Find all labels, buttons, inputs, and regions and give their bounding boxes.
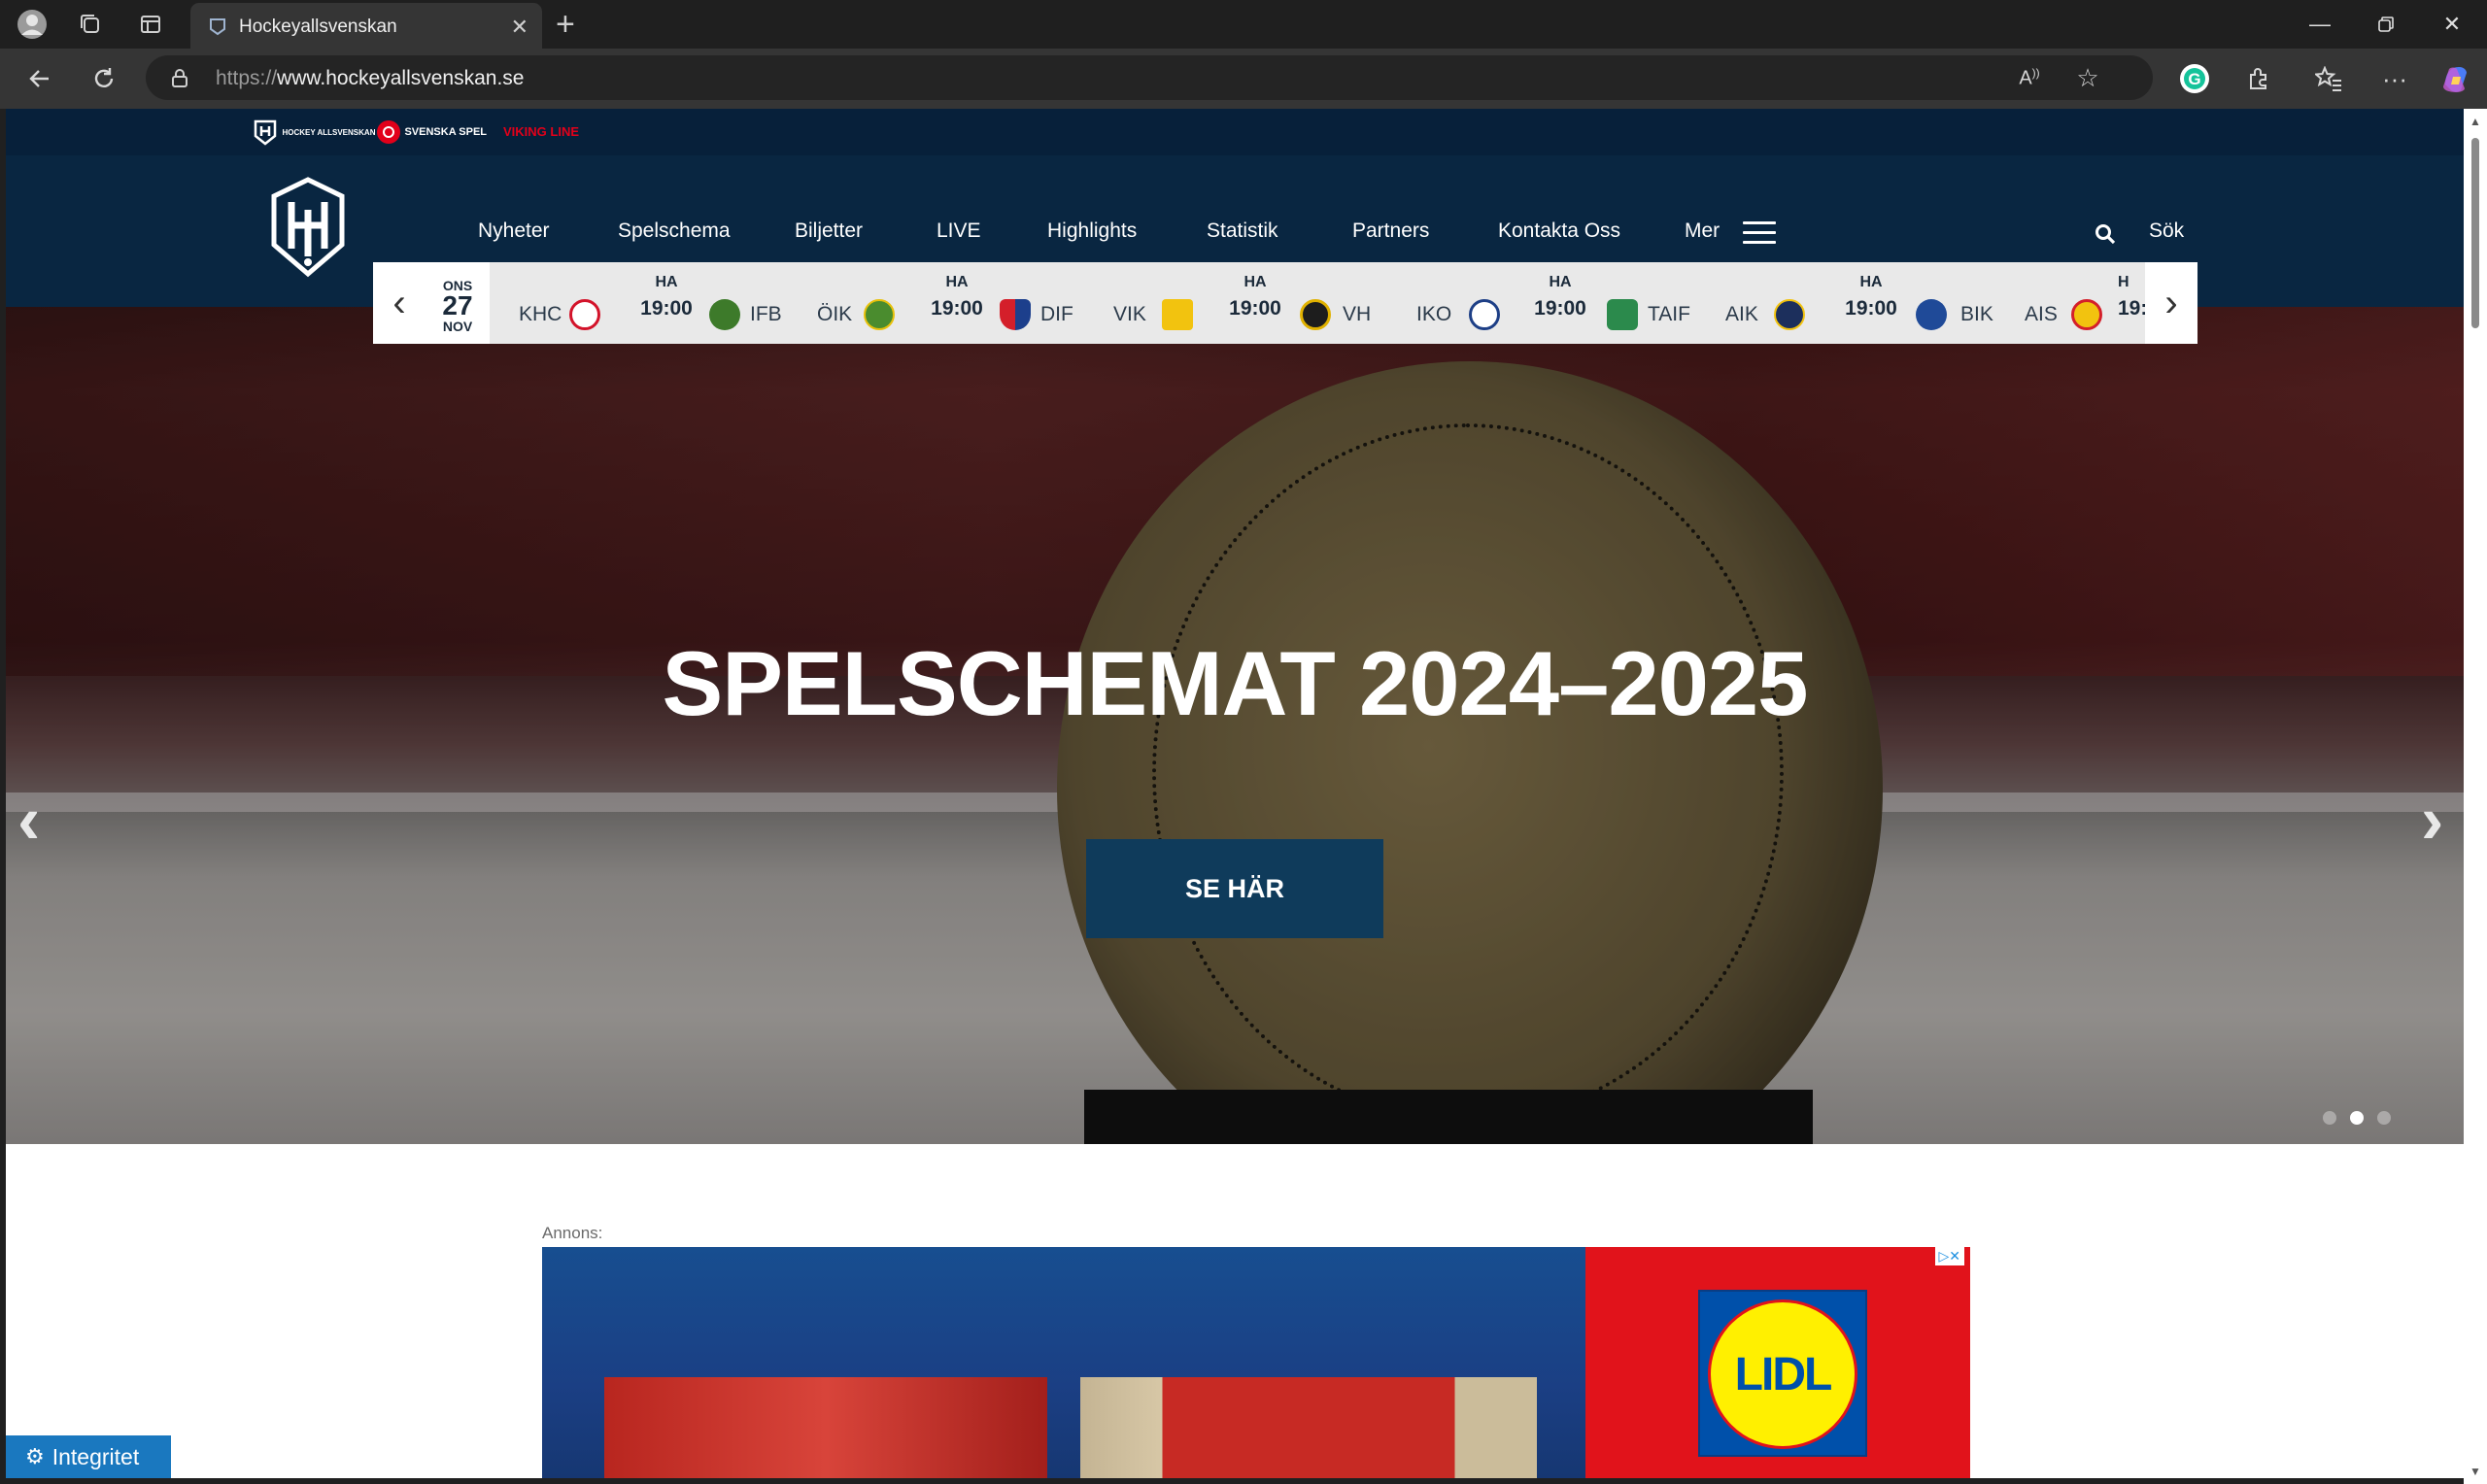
team-ifb-crest-icon (709, 299, 740, 330)
ad-product-image (604, 1377, 1047, 1478)
lock-icon[interactable] (169, 67, 190, 88)
hero-title: SPELSCHEMAT 2024–2025 (662, 632, 1809, 734)
team-bik-crest-icon (1916, 299, 1947, 330)
nav-live[interactable]: LIVE (937, 219, 981, 243)
gear-icon: ⚙ (25, 1444, 45, 1468)
browser-title-bar: Hockeyallsvenskan ✕ + — ✕ (0, 0, 2487, 49)
search-label[interactable]: Sök (2149, 219, 2184, 243)
sponsor-bar: HOCKEY ALLSVENSKAN SVENSKA SPEL VIKING L… (6, 109, 2464, 155)
close-window-icon[interactable]: ✕ (2423, 8, 2481, 41)
refresh-icon[interactable] (87, 62, 120, 95)
nav-kontakta-oss[interactable]: Kontakta Oss (1498, 219, 1620, 243)
minimize-icon[interactable]: — (2291, 8, 2349, 41)
ad-product-image (1080, 1377, 1537, 1478)
sponsor-svenska-spel-logo[interactable]: SVENSKA SPEL (377, 120, 487, 144)
new-tab-icon[interactable]: + (556, 6, 575, 44)
scroll-down-icon[interactable]: ▼ (2470, 1465, 2481, 1478)
game-card[interactable]: VIK HA 19:00 VH (1100, 262, 1391, 344)
restore-icon[interactable] (2357, 8, 2415, 41)
team-taif-crest-icon (1607, 299, 1638, 330)
profile-icon[interactable] (16, 8, 49, 41)
address-bar[interactable]: https://www.hockeyallsvenskan.se A)) ☆ (146, 55, 2153, 100)
team-oik-crest-icon (864, 299, 895, 330)
advertisement-banner[interactable]: LIDL ▷✕ (542, 1247, 1970, 1478)
sponsor-viking-line-logo[interactable]: VIKING LINE (503, 124, 579, 139)
lidl-logo[interactable]: LIDL (1698, 1290, 1867, 1457)
grammarly-icon[interactable]: G (2178, 62, 2211, 95)
team-iko-crest-icon (1469, 299, 1500, 330)
team-ais-crest-icon (2071, 299, 2102, 330)
tab-title: Hockeyallsvenskan (239, 17, 397, 37)
tab-actions-icon[interactable] (134, 8, 167, 41)
adchoices-icon[interactable]: ▷✕ (1934, 1247, 1964, 1265)
game-card[interactable]: IKO HA 19:00 TAIF (1395, 262, 1706, 344)
carousel-prev-icon[interactable]: ‹ (17, 781, 40, 859)
sponsor-hockeyallsvenskan-logo[interactable]: HOCKEY ALLSVENSKAN (253, 118, 375, 146)
carousel-dot[interactable] (2323, 1111, 2336, 1125)
game-card[interactable]: ÖIK HA 19:00 DIF (798, 262, 1089, 344)
favorites-icon[interactable] (2312, 62, 2345, 95)
back-icon[interactable] (23, 62, 56, 95)
svenska-spel-icon (377, 120, 400, 144)
workspaces-icon[interactable] (74, 8, 107, 41)
nav-mer[interactable]: Mer (1685, 219, 1720, 243)
carousel-dot[interactable] (2377, 1111, 2391, 1125)
game-card[interactable]: AIS H19:0 (2007, 262, 2145, 344)
se-har-button[interactable]: SE HÄR (1086, 839, 1383, 938)
team-aik-crest-icon (1774, 299, 1805, 330)
ticker-prev-icon[interactable]: ‹ (373, 262, 426, 344)
game-card[interactable]: KHC HA 19:00 IFB (495, 262, 787, 344)
svg-text:G: G (2188, 70, 2200, 88)
read-aloud-icon[interactable]: A)) (2013, 61, 2046, 94)
team-vh-crest-icon (1300, 299, 1331, 330)
hero-carousel: SPELSCHEMAT 2024–2025 SE HÄR ‹ › (6, 307, 2464, 1144)
page-viewport: HOCKEY ALLSVENSKAN SVENSKA SPEL VIKING L… (6, 109, 2464, 1478)
nav-spelschema[interactable]: Spelschema (618, 219, 731, 243)
nav-highlights[interactable]: Highlights (1047, 219, 1137, 243)
game-card[interactable]: AIK HA 19:00 BIK (1706, 262, 2007, 344)
more-icon[interactable]: ··· (2378, 62, 2411, 95)
nav-biljetter[interactable]: Biljetter (795, 219, 863, 243)
carousel-indicators (2323, 1111, 2404, 1130)
ad-label: Annons: (542, 1224, 603, 1242)
favorite-star-icon[interactable]: ☆ (2071, 61, 2104, 94)
team-dif-crest-icon (1000, 299, 1031, 330)
search-icon[interactable] (2093, 221, 2118, 247)
ticker-next-icon[interactable]: › (2145, 262, 2197, 344)
browser-toolbar: https://www.hockeyallsvenskan.se A)) ☆ G… (0, 49, 2487, 109)
active-tab[interactable]: Hockeyallsvenskan ✕ (190, 3, 542, 49)
hamburger-menu-icon[interactable] (1743, 221, 1776, 245)
carousel-dot-active[interactable] (2350, 1111, 2364, 1125)
extensions-icon[interactable] (2242, 62, 2275, 95)
ticker-date: ONS 27 NOV (426, 262, 490, 344)
game-ticker: ‹ ONS 27 NOV KHC HA 19:00 IFB ÖIK HA 19:00… (373, 262, 2197, 344)
nav-nyheter[interactable]: Nyheter (478, 219, 550, 243)
close-tab-icon[interactable]: ✕ (511, 15, 528, 40)
nav-partners[interactable]: Partners (1352, 219, 1429, 243)
hockeyallsvenskan-logo[interactable] (270, 177, 346, 278)
tab-favicon-icon (210, 18, 225, 36)
carousel-next-icon[interactable]: › (2421, 781, 2443, 859)
team-khc-crest-icon (569, 299, 600, 330)
scrollbar-thumb[interactable] (2471, 138, 2479, 328)
team-vik-crest-icon (1162, 299, 1193, 330)
page-scrollbar[interactable]: ▲ ▼ (2464, 109, 2487, 1484)
url-text[interactable]: https://www.hockeyallsvenskan.se (216, 67, 524, 90)
scroll-up-icon[interactable]: ▲ (2470, 115, 2481, 128)
copilot-icon[interactable] (2438, 62, 2471, 95)
privacy-button[interactable]: ⚙ Integritet (6, 1435, 171, 1478)
nav-statistik[interactable]: Statistik (1207, 219, 1278, 243)
